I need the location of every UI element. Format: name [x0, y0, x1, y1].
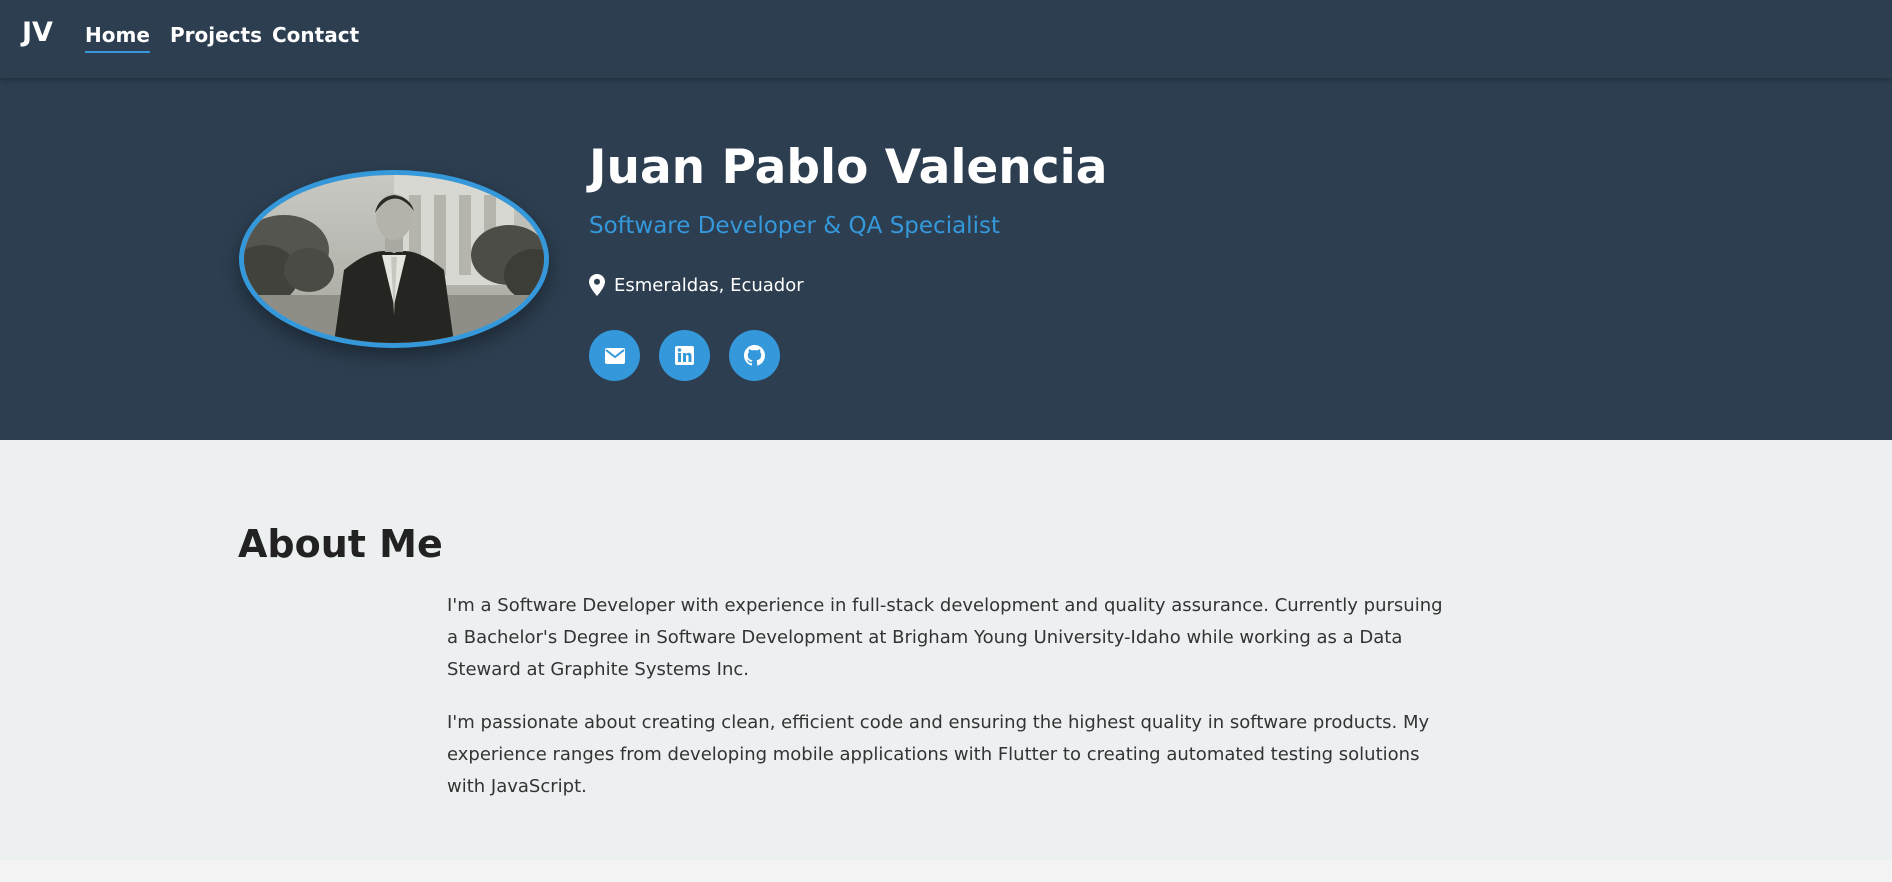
- profile-subtitle: Software Developer & QA Specialist: [589, 213, 1000, 239]
- envelope-icon: [604, 347, 625, 364]
- location: Esmeraldas, Ecuador: [589, 274, 804, 296]
- profile-photo-image: [244, 175, 544, 343]
- nav-link-contact[interactable]: Contact: [272, 23, 359, 51]
- about-title: About Me: [238, 522, 443, 566]
- profile-name: Juan Pablo Valencia: [589, 140, 1108, 195]
- about-paragraph: I'm passionate about creating clean, eff…: [447, 712, 1430, 797]
- hero-section: Juan Pablo Valencia Software Developer &…: [0, 78, 1892, 440]
- map-pin-icon: [589, 274, 605, 296]
- navbar: JV Home Projects Contact: [0, 0, 1892, 78]
- about-text: I'm a Software Developer with experience…: [447, 590, 1457, 824]
- email-button[interactable]: [589, 330, 640, 381]
- profile-photo: [239, 170, 549, 348]
- linkedin-button[interactable]: [659, 330, 710, 381]
- linkedin-icon: [675, 346, 694, 365]
- about-paragraph: I'm a Software Developer with experience…: [447, 595, 1443, 680]
- about-section: About Me I'm a Software Developer with e…: [0, 440, 1892, 860]
- github-button[interactable]: [729, 330, 780, 381]
- github-icon: [744, 345, 765, 366]
- nav-link-home[interactable]: Home: [85, 23, 150, 53]
- nav-link-projects[interactable]: Projects: [170, 23, 262, 51]
- brand-logo[interactable]: JV: [22, 17, 53, 48]
- location-text: Esmeraldas, Ecuador: [614, 274, 804, 296]
